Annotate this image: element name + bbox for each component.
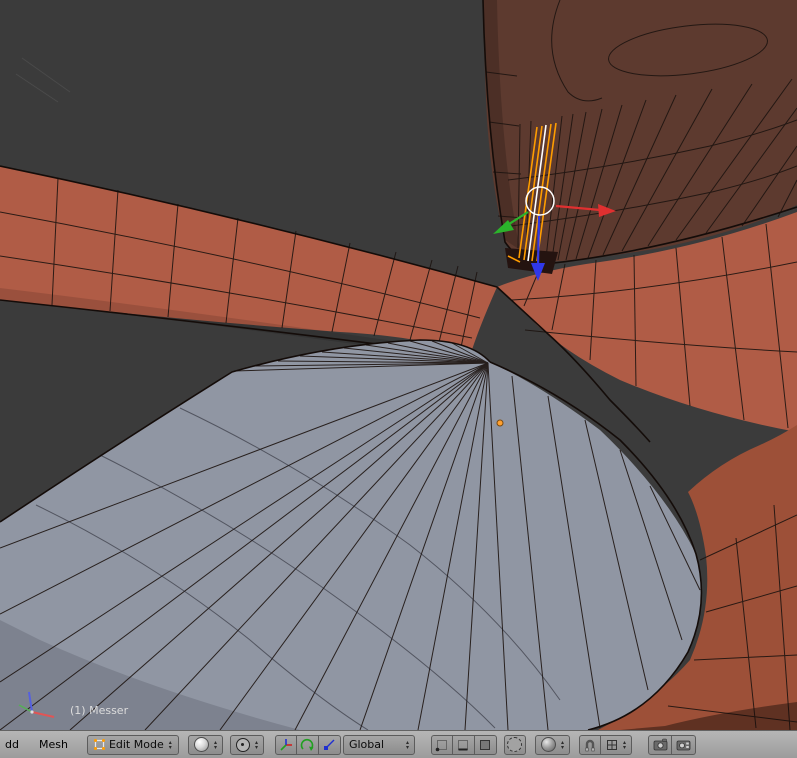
mode-dropdown[interactable]: Edit Mode ▴ ▾ [86, 734, 179, 755]
translate-manipulator-icon [280, 738, 292, 751]
manipulator-rotate-button[interactable] [296, 734, 319, 755]
edge-select-icon [458, 739, 469, 750]
blender-window: (1) Messer dd Mesh Edit Mode ▴ ▾ ▴ ▾ ▴ ▾… [0, 0, 797, 758]
opengl-render-button[interactable] [648, 734, 672, 755]
object-info-text: (1) Messer [70, 704, 129, 717]
render-group [648, 734, 696, 755]
dropdown-arrows-icon: ▴ ▾ [254, 738, 258, 751]
dropdown-arrows-icon: ▴ ▾ [405, 738, 409, 751]
menu-mesh[interactable]: Mesh [34, 738, 73, 751]
occlude-geometry-button[interactable] [503, 734, 526, 755]
mode-dropdown-label: Edit Mode [108, 738, 164, 751]
scale-manipulator-icon [324, 739, 335, 750]
proportional-editing-dropdown[interactable]: ▴ ▾ [534, 734, 570, 755]
snap-increment-icon [606, 739, 617, 750]
magnet-icon [585, 739, 595, 751]
dropdown-arrows-icon: ▴ ▾ [213, 738, 217, 751]
occlude-geometry-icon [507, 737, 523, 752]
dropdown-arrows-icon: ▴ ▾ [168, 738, 172, 751]
orientation-label: Global [348, 738, 385, 751]
manipulator-scale-button[interactable] [318, 734, 341, 755]
edit-mode-icon [93, 739, 105, 750]
pivot-point-icon [235, 737, 250, 752]
dropdown-arrows-icon: ▴ ▾ [560, 738, 564, 751]
snap-element-dropdown[interactable]: ▴ ▾ [600, 734, 632, 755]
rotate-manipulator-icon [301, 738, 314, 751]
snap-toggle-button[interactable] [578, 734, 601, 755]
face-select-button[interactable] [474, 734, 497, 755]
dropdown-arrows-icon: ▴ ▾ [622, 738, 626, 751]
manipulator-group [274, 734, 341, 755]
shading-sphere-icon [193, 737, 209, 752]
proportional-editing-icon [540, 737, 556, 752]
face-select-icon [480, 739, 491, 750]
viewport-shading-dropdown[interactable]: ▴ ▾ [187, 734, 223, 755]
camera-still-icon [653, 738, 667, 751]
vertex-select-icon [435, 739, 447, 751]
menu-add-partial[interactable]: dd [0, 738, 24, 751]
object-origin-dot [496, 419, 504, 427]
select-mode-group [430, 734, 497, 755]
transform-orientation-dropdown[interactable]: Global ▴ ▾ [342, 734, 415, 755]
snap-group: ▴ ▾ [578, 734, 632, 755]
viewport-header: dd Mesh Edit Mode ▴ ▾ ▴ ▾ ▴ ▾ Global ▴ ▾… [0, 730, 797, 758]
3d-viewport[interactable] [0, 0, 797, 730]
vertex-select-button[interactable] [430, 734, 453, 755]
manipulator-translate-button[interactable] [274, 734, 297, 755]
camera-animation-icon [676, 740, 691, 751]
pivot-point-dropdown[interactable]: ▴ ▾ [229, 734, 264, 755]
opengl-render-animation-button[interactable] [672, 734, 696, 755]
edge-select-button[interactable] [452, 734, 475, 755]
